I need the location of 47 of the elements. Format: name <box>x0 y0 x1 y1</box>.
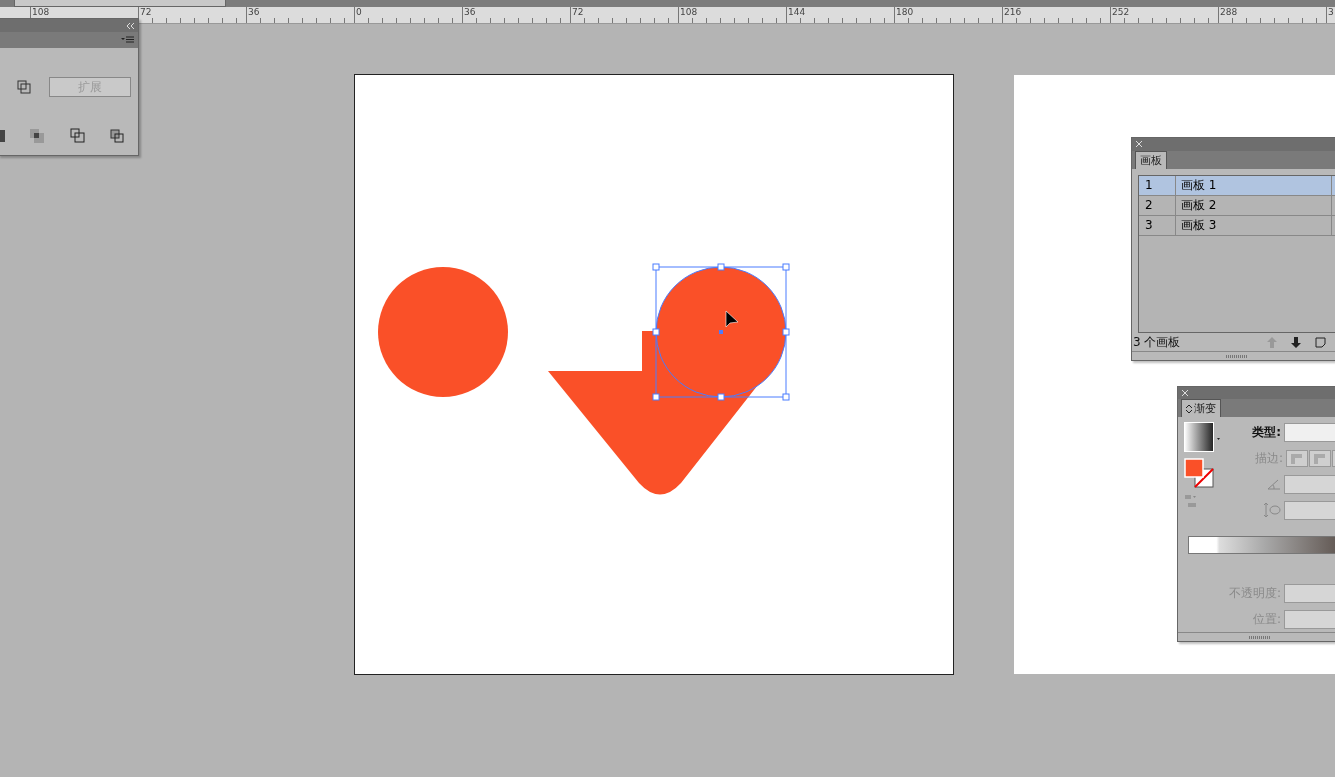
ruler-label: 216 <box>1004 7 1022 17</box>
exclude-icon[interactable] <box>69 128 85 143</box>
resize-grip[interactable] <box>1226 354 1248 358</box>
ruler-label: 36 <box>464 7 476 17</box>
new-artboard-icon[interactable] <box>1315 336 1326 348</box>
artboard-name: 画板 2 <box>1176 195 1332 215</box>
row-number: 3 <box>1139 215 1176 235</box>
ruler-label: 3 <box>1328 7 1334 17</box>
ruler-label: 144 <box>788 7 806 17</box>
ruler-label: 72 <box>140 7 152 17</box>
menu-icon[interactable] <box>121 36 134 44</box>
ruler-label: 108 <box>680 7 698 17</box>
overlap-squares-icon[interactable] <box>17 80 31 94</box>
document-tab[interactable] <box>14 0 226 7</box>
row-number: 2 <box>1139 195 1176 215</box>
artboard-row[interactable]: 2 画板 2 <box>1139 195 1335 216</box>
shape-icon[interactable] <box>0 129 5 142</box>
ruler-label: 180 <box>896 7 914 17</box>
close-icon[interactable] <box>1182 390 1188 397</box>
angle-icon <box>1267 478 1281 491</box>
type-dropdown[interactable] <box>1284 422 1335 442</box>
circle-shape[interactable] <box>378 267 508 397</box>
artboard-row[interactable]: 1 画板 1 <box>1139 175 1335 196</box>
aspect-ratio-icon <box>1263 502 1281 519</box>
ruler-label: 252 <box>1112 7 1130 17</box>
collapse-icon[interactable] <box>126 22 134 29</box>
down-arrow-icon[interactable] <box>1291 336 1301 348</box>
cursor-icon <box>725 310 739 328</box>
row-number: 1 <box>1139 175 1176 195</box>
fill-stroke-swatch[interactable] <box>1184 458 1214 489</box>
resize-grip[interactable] <box>1249 635 1271 639</box>
panel-tab[interactable]: 渐变 <box>1181 399 1221 418</box>
up-down-icon <box>1186 403 1192 414</box>
minus-back-icon[interactable] <box>110 128 124 143</box>
gradient-swatch[interactable] <box>1184 422 1220 453</box>
ruler-label: 36 <box>248 7 260 17</box>
ruler-label: 0 <box>356 7 362 17</box>
ruler-label: 72 <box>572 7 584 17</box>
artboard-row[interactable]: 3 画板 3 <box>1139 215 1335 236</box>
intersect-icon[interactable] <box>30 128 45 143</box>
artboard-name: 画板 3 <box>1176 215 1332 235</box>
ruler-label: 108 <box>32 7 50 17</box>
artboard-name: 画板 1 <box>1176 175 1332 195</box>
field-label: 类型: <box>1252 423 1281 441</box>
ruler-label: 288 <box>1220 7 1238 17</box>
artboard-count: 3 个画板 <box>1133 333 1182 351</box>
close-icon[interactable] <box>1136 141 1142 148</box>
